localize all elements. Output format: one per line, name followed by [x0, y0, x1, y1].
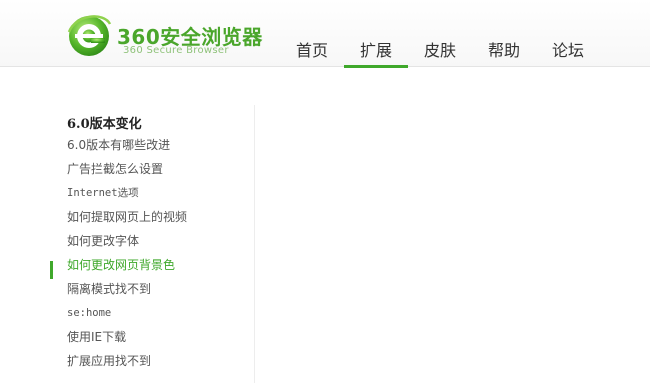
- sidebar-item-v6-improvements[interactable]: 6.0版本有哪些改进: [67, 135, 170, 155]
- brand-subtitle: 360 Secure Browser: [123, 45, 229, 56]
- sidebar-item-ad-block[interactable]: 广告拦截怎么设置: [67, 159, 163, 179]
- nav-item-home[interactable]: 首页: [280, 37, 344, 67]
- nav-item-skins[interactable]: 皮肤: [408, 37, 472, 67]
- sidebar-item-change-font[interactable]: 如何更改字体: [67, 231, 139, 251]
- e-logo-icon: [67, 15, 112, 56]
- brand-logo[interactable]: 360安全浏览器 360 Secure Browser: [66, 10, 262, 60]
- sidebar-item-extensions-missing[interactable]: 扩展应用找不到: [67, 351, 151, 371]
- nav-item-help[interactable]: 帮助: [472, 37, 536, 67]
- header: 360安全浏览器 360 Secure Browser 首页 扩展 皮肤 帮助 …: [0, 0, 650, 68]
- sidebar-title: 6.0版本变化: [67, 117, 142, 132]
- sidebar-item-page-background[interactable]: 如何更改网页背景色: [67, 255, 175, 275]
- sidebar-item-se-home[interactable]: se:home: [67, 303, 111, 323]
- active-item-marker: [50, 261, 53, 279]
- sidebar-item-internet-options[interactable]: Internet选项: [67, 183, 139, 203]
- help-sidebar: 6.0版本变化 6.0版本有哪些改进 广告拦截怎么设置 Internet选项 如…: [50, 105, 255, 383]
- nav-item-extensions[interactable]: 扩展: [344, 37, 408, 68]
- sidebar-item-ie-download[interactable]: 使用IE下载: [67, 327, 126, 347]
- nav-item-forum[interactable]: 论坛: [536, 37, 600, 67]
- sidebar-item-isolation-mode[interactable]: 隔离模式找不到: [67, 279, 151, 299]
- sidebar-item-extract-video[interactable]: 如何提取网页上的视频: [67, 207, 187, 227]
